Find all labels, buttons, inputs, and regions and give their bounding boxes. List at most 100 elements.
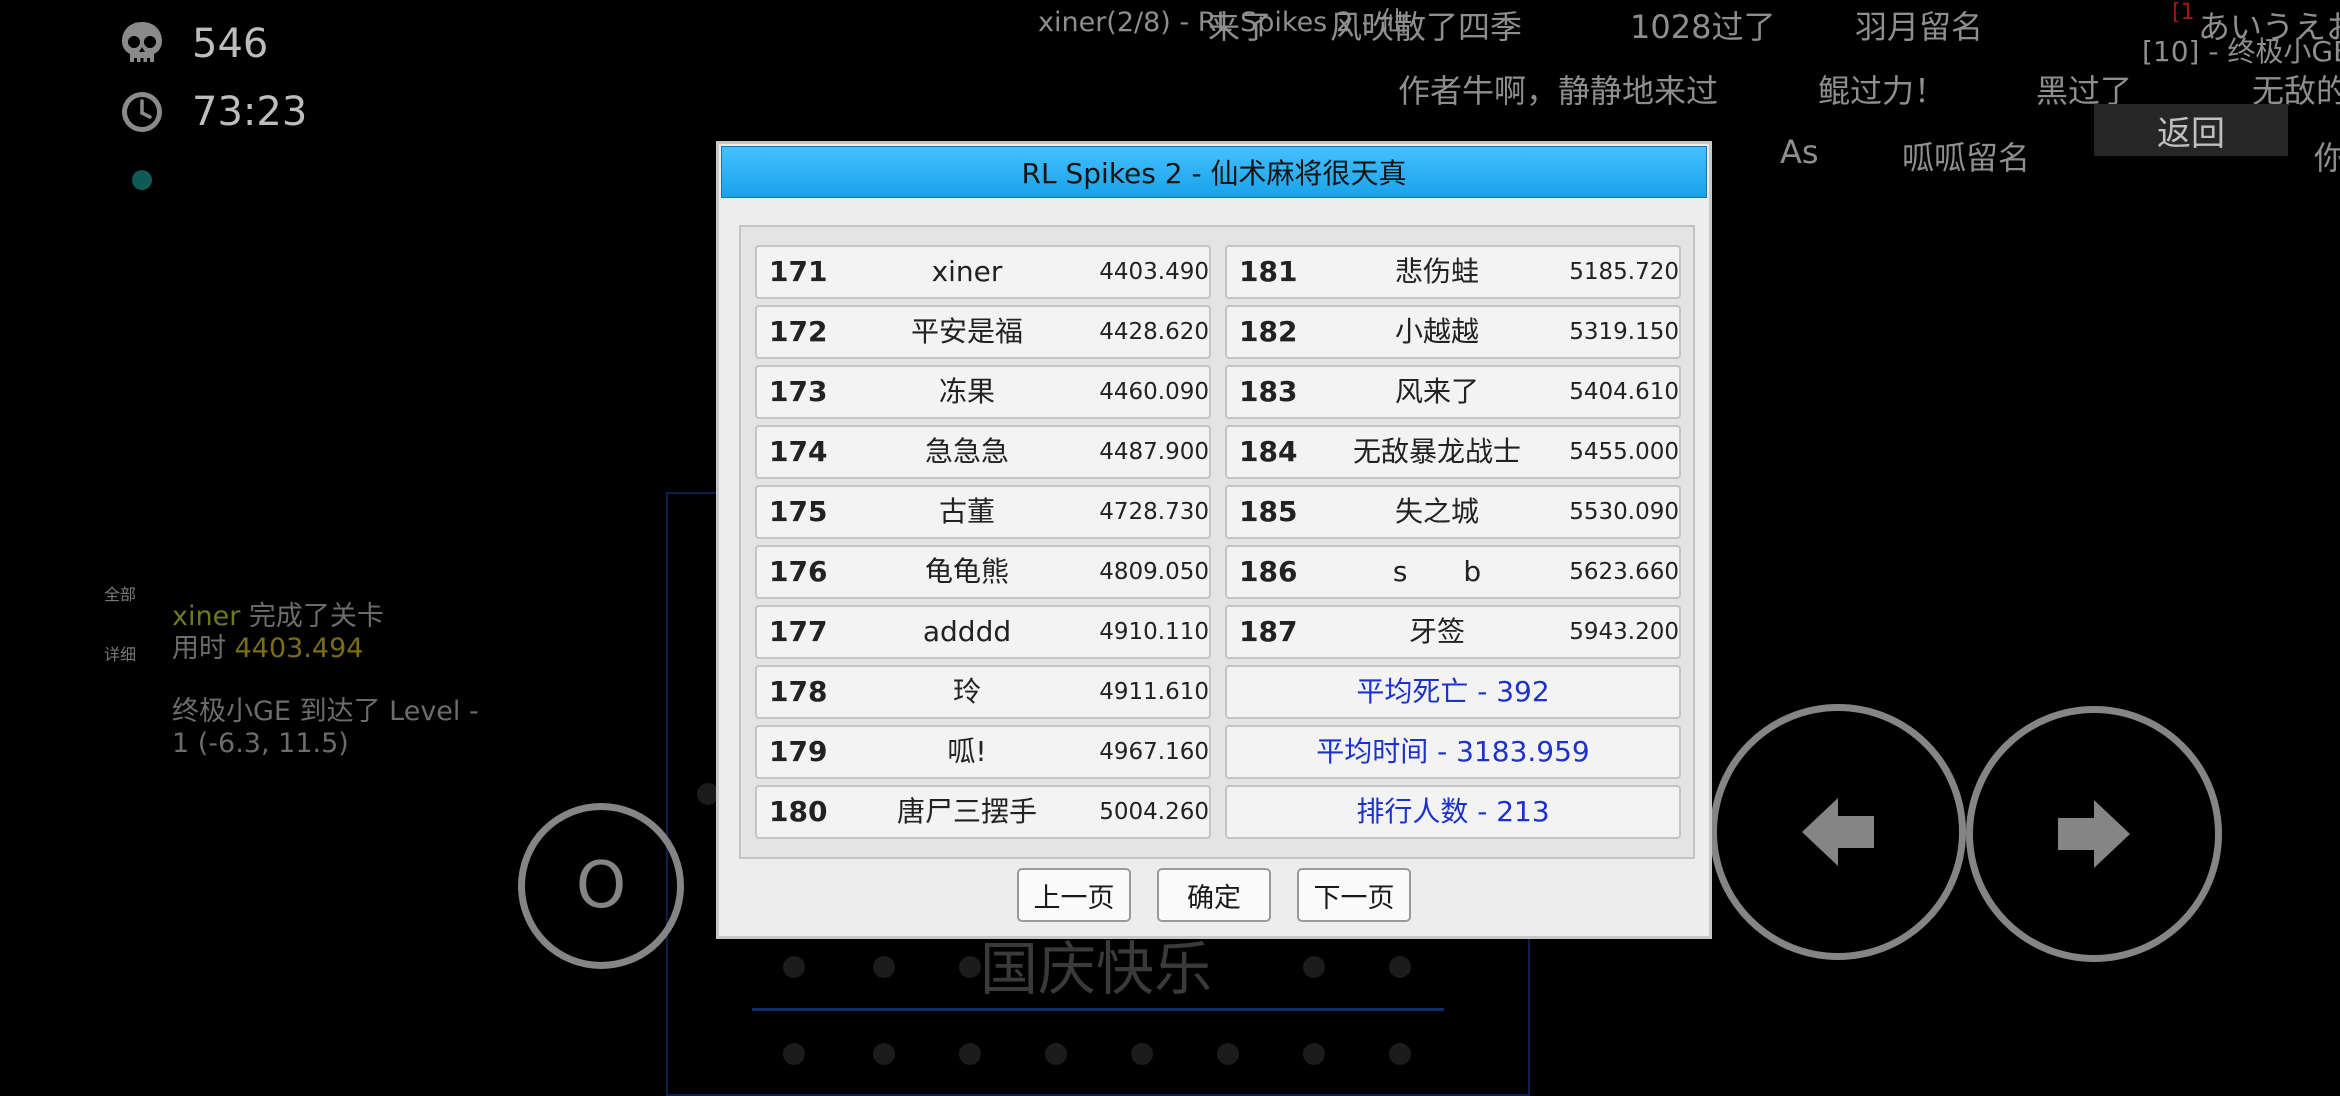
danmaku-comment: 1028过了 xyxy=(1630,8,1776,46)
leaderboard-time: 4428.620 xyxy=(1099,319,1209,345)
leaderboard-row: 185 失之城 5530.090 xyxy=(1225,485,1681,539)
leaderboard-name: 急急急 xyxy=(924,435,1009,468)
leaderboard-name: 玲 xyxy=(952,675,981,708)
next-page-button[interactable]: 下一页 xyxy=(1297,868,1411,922)
chat-message: xiner 完成了关卡 用时 4403.494 xyxy=(172,601,384,664)
leaderboard-row: 173 冻果 4460.090 xyxy=(755,365,1211,419)
leaderboard-row: 187 牙签 5943.200 xyxy=(1225,605,1681,659)
leaderboard-row: 184 无敌暴龙战士 5455.000 xyxy=(1225,425,1681,479)
platform-line xyxy=(752,1008,1444,1011)
move-left-button[interactable] xyxy=(1710,704,1966,960)
spike-dot xyxy=(1217,1043,1239,1065)
spike-dot xyxy=(1131,1043,1153,1065)
leaderboard-name: 平安是福 xyxy=(910,315,1023,348)
leaderboard-row: 183 风来了 5404.610 xyxy=(1225,365,1681,419)
stat-ranked-count: 排行人数 - 213 xyxy=(1225,785,1681,839)
timer-value: 73:23 xyxy=(192,89,308,135)
leaderboard-time: 4403.490 xyxy=(1099,259,1209,285)
leaderboard-time: 5455.000 xyxy=(1569,439,1679,465)
leaderboard-time: 4487.900 xyxy=(1099,439,1209,465)
timer: 73:23 xyxy=(118,88,307,136)
leaderboard-row: 180 唐尸三摆手 5004.260 xyxy=(755,785,1211,839)
leaderboard-row: 179 呱! 4967.160 xyxy=(755,725,1211,779)
leaderboard-rank: 174 xyxy=(769,435,828,468)
leaderboard-time: 4728.730 xyxy=(1099,499,1209,525)
leaderboard-name: 小越越 xyxy=(1394,315,1479,348)
chat-message: 终极小GE 到达了 Level - 1 (-6.3, 11.5) xyxy=(172,696,479,759)
leaderboard-rank: 180 xyxy=(769,795,828,828)
danmaku-comment: 你 xyxy=(2314,139,2340,177)
leaderboard-row: 182 小越越 5319.150 xyxy=(1225,305,1681,359)
leaderboard-row: 174 急急急 4487.900 xyxy=(755,425,1211,479)
jump-button[interactable]: O xyxy=(518,803,684,969)
spike-dot xyxy=(959,1043,981,1065)
leaderboard-rank: 178 xyxy=(769,675,828,708)
leaderboard-time: 5943.200 xyxy=(1569,619,1679,645)
spike-dot xyxy=(873,956,895,978)
death-count: 546 xyxy=(192,21,269,67)
back-button[interactable]: 返回 xyxy=(2094,104,2288,156)
player-name: xiner xyxy=(172,601,241,632)
stat-avg-deaths: 平均死亡 - 392 xyxy=(1225,665,1681,719)
danmaku-comment: 来了 xyxy=(1208,8,1273,46)
death-counter: 546 xyxy=(118,20,268,68)
leaderboard-name: 风来了 xyxy=(1394,375,1479,408)
danmaku-comment: [10] - 终极小GE xyxy=(2142,35,2340,68)
leaderboard-rank: 176 xyxy=(769,555,828,588)
leaderboard-time: 5623.660 xyxy=(1569,559,1679,585)
leaderboard-time: 5319.150 xyxy=(1569,319,1679,345)
danmaku-comment: 风吹散了四季 xyxy=(1330,8,1523,46)
leaderboard-rank: 175 xyxy=(769,495,828,528)
clock-icon xyxy=(118,88,166,136)
chat-tab-all[interactable]: 全部 xyxy=(104,581,136,605)
status-dot-icon xyxy=(132,170,152,190)
danmaku-comment: 羽月留名 xyxy=(1855,8,1984,46)
leaderboard-row: 181 悲伤蛙 5185.720 xyxy=(1225,245,1681,299)
leaderboard-name: 悲伤蛙 xyxy=(1394,255,1479,288)
leaderboard-name: 冻果 xyxy=(938,375,995,408)
leaderboard-rank: 173 xyxy=(769,375,828,408)
leaderboard-time: 4460.090 xyxy=(1099,379,1209,405)
arrow-right-icon xyxy=(2058,800,2130,868)
leaderboard-rank: 185 xyxy=(1239,495,1298,528)
leaderboard-row: 176 龟龟熊 4809.050 xyxy=(755,545,1211,599)
danmaku-comment: 作者牛啊，静静地来过 xyxy=(1398,72,1719,110)
leaderboard-row: 177 adddd 4910.110 xyxy=(755,605,1211,659)
spike-dot xyxy=(1303,956,1325,978)
spike-dot xyxy=(1303,1043,1325,1065)
leaderboard-time: 5004.260 xyxy=(1099,799,1209,825)
move-right-button[interactable] xyxy=(1966,706,2222,962)
leaderboard-row: 172 平安是福 4428.620 xyxy=(755,305,1211,359)
danmaku-comment: 鲲过力！ xyxy=(1818,72,1947,110)
leaderboard-rank: 182 xyxy=(1239,315,1298,348)
spike-dot xyxy=(783,1043,805,1065)
dialog-title: RL Spikes 2 - 仙术麻将很天真 xyxy=(721,146,1707,198)
leaderboard-time: 4967.160 xyxy=(1099,739,1209,765)
leaderboard-rank: 187 xyxy=(1239,615,1298,648)
danmaku-comment: 呱呱留名 xyxy=(1902,139,2031,177)
leaderboard-name: xiner xyxy=(931,255,1003,288)
leaderboard-rank: 184 xyxy=(1239,435,1298,468)
leaderboard-name: 失之城 xyxy=(1394,495,1479,528)
spike-dot xyxy=(1389,956,1411,978)
spike-dot xyxy=(783,956,805,978)
leaderboard-rank: 172 xyxy=(769,315,828,348)
leaderboard-name: 龟龟熊 xyxy=(924,555,1009,588)
leaderboard-time: 4910.110 xyxy=(1099,619,1209,645)
leaderboard-name: 唐尸三摆手 xyxy=(896,795,1037,828)
leaderboard-rank: 171 xyxy=(769,255,828,288)
leaderboard-name: s b xyxy=(1392,555,1482,588)
chat-tab-detail[interactable]: 详细 xyxy=(104,641,136,665)
leaderboard-row: 178 玲 4911.610 xyxy=(755,665,1211,719)
leaderboard-rank: 177 xyxy=(769,615,828,648)
ok-button[interactable]: 确定 xyxy=(1157,868,1271,922)
leaderboard-row: 186 s b 5623.660 xyxy=(1225,545,1681,599)
prev-page-button[interactable]: 上一页 xyxy=(1017,868,1131,922)
skull-icon xyxy=(118,20,166,68)
clear-time: 4403.494 xyxy=(234,633,364,664)
leaderboard-rank: 179 xyxy=(769,735,828,768)
leaderboard-rank: 183 xyxy=(1239,375,1298,408)
danmaku-comment: [1 xyxy=(2172,0,2195,25)
leaderboard-dialog: RL Spikes 2 - 仙术麻将很天真 171 xiner 4403.490 17… xyxy=(716,141,1712,939)
leaderboard-name: 牙签 xyxy=(1408,615,1465,648)
